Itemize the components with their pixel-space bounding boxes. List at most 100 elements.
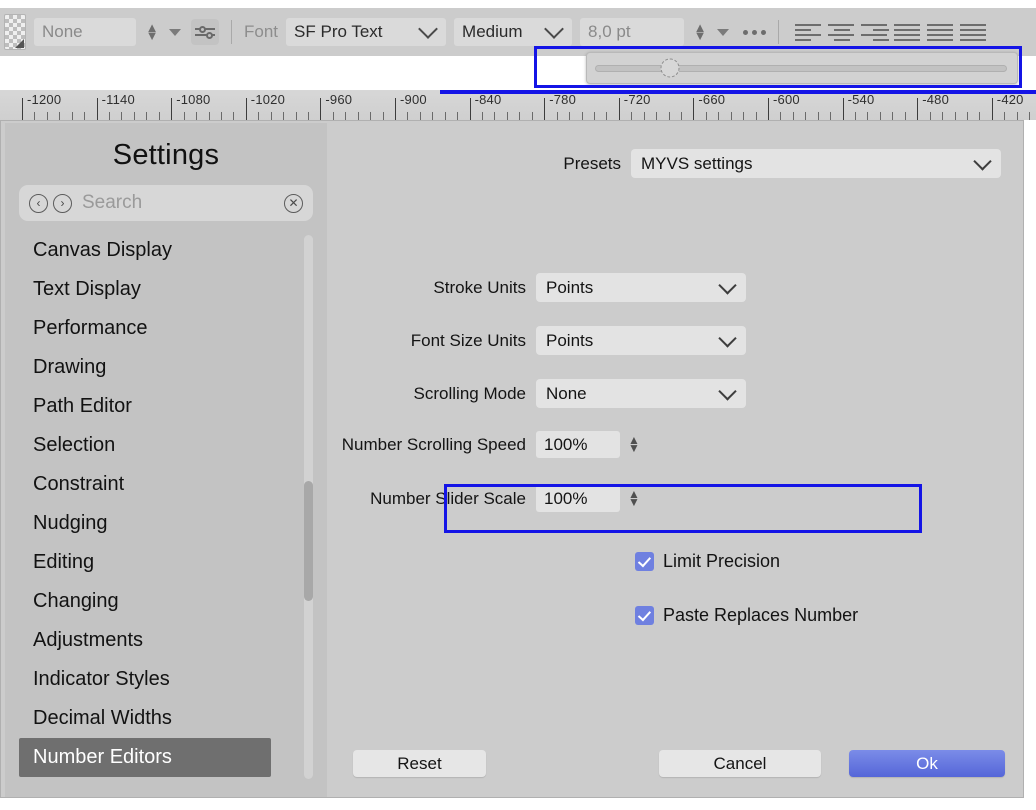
ruler-minor-tick bbox=[805, 112, 807, 120]
ruler-minor-tick bbox=[345, 112, 347, 120]
style-stepper[interactable]: ▲ ▼ bbox=[144, 19, 160, 45]
ruler-minor-tick bbox=[258, 112, 260, 120]
sidebar-item-text-display[interactable]: Text Display bbox=[19, 270, 271, 309]
reset-button[interactable]: Reset bbox=[353, 750, 486, 777]
ruler-label: -540 bbox=[847, 92, 875, 107]
more-options-icon[interactable] bbox=[743, 29, 767, 35]
toolbar-divider-2 bbox=[778, 20, 780, 44]
transparency-swatch[interactable] bbox=[4, 14, 26, 50]
sidebar-item-nudging[interactable]: Nudging bbox=[19, 504, 271, 543]
checkbox-row[interactable]: Limit Precision bbox=[635, 551, 780, 572]
ruler-minor-tick bbox=[979, 112, 981, 120]
ruler-minor-tick bbox=[942, 112, 944, 120]
stepper-arrows[interactable]: ▲ ▼ bbox=[627, 433, 641, 457]
font-weight-select[interactable]: Medium bbox=[454, 18, 573, 46]
style-dropdown-icon[interactable] bbox=[169, 28, 181, 36]
sidebar-item-label: Nudging bbox=[33, 512, 108, 534]
ruler-minor-tick bbox=[569, 112, 571, 120]
search-input[interactable]: Search bbox=[82, 192, 284, 214]
ruler-label: -1080 bbox=[176, 92, 211, 107]
ruler-minor-tick bbox=[680, 112, 682, 120]
ruler-minor-tick bbox=[817, 112, 819, 120]
checkbox-row[interactable]: Paste Replaces Number bbox=[635, 605, 858, 626]
back-icon[interactable]: ‹ bbox=[29, 193, 48, 213]
ruler-major-tick bbox=[171, 98, 173, 120]
sidebar-item-drawing[interactable]: Drawing bbox=[19, 348, 271, 387]
stroke-units-select[interactable]: Points bbox=[536, 273, 746, 302]
checkbox-checked-icon[interactable] bbox=[635, 606, 654, 625]
horizontal-ruler[interactable]: -1200 -1140 -1080 -1020 -960 -900 -840 -780 -720… bbox=[0, 90, 1036, 121]
ruler-minor-tick bbox=[954, 112, 956, 120]
sidebar-item-decimal-widths[interactable]: Decimal Widths bbox=[19, 699, 271, 738]
sidebar-item-label: Text Display bbox=[33, 278, 141, 300]
sidebar-item-path-editor[interactable]: Path Editor bbox=[19, 387, 271, 426]
align-justify-all-icon[interactable] bbox=[927, 21, 955, 43]
ruler-minor-tick bbox=[966, 112, 968, 120]
stepper-value: 100% bbox=[544, 488, 588, 508]
align-right-icon[interactable] bbox=[861, 21, 890, 43]
presets-select[interactable]: MYVS settings bbox=[631, 149, 1001, 178]
scrolling-mode-select[interactable]: None bbox=[536, 379, 746, 408]
sidebar-item-constraint[interactable]: Constraint bbox=[19, 465, 271, 504]
ruler-minor-tick bbox=[370, 112, 372, 120]
chevron-down-icon bbox=[544, 19, 564, 39]
window-bottom-edge bbox=[0, 798, 1036, 810]
align-justify-last-icon[interactable] bbox=[960, 21, 988, 43]
number-scrolling-speed-input[interactable]: 100% bbox=[536, 431, 620, 458]
sidebar-item-adjustments[interactable]: Adjustments bbox=[19, 621, 271, 660]
sidebar-item-changing[interactable]: Changing bbox=[19, 582, 271, 621]
number-slider-scale-input[interactable]: 100% bbox=[536, 485, 620, 512]
ruler-minor-tick bbox=[407, 112, 409, 120]
font-size-stepper[interactable]: ▲ ▼ bbox=[692, 19, 708, 45]
cancel-button[interactable]: Cancel bbox=[659, 750, 821, 777]
ruler-label: -600 bbox=[773, 92, 800, 107]
stepper-arrows[interactable]: ▲ ▼ bbox=[627, 487, 641, 511]
sidebar-item-number-editors[interactable]: Number Editors bbox=[19, 738, 271, 777]
ruler-label: -420 bbox=[996, 92, 1024, 107]
sidebar-item-editing[interactable]: Editing bbox=[19, 543, 271, 582]
checkbox-checked-icon[interactable] bbox=[635, 552, 654, 571]
style-field[interactable]: None bbox=[34, 18, 136, 46]
ruler-major-tick bbox=[768, 98, 769, 120]
font-size-units-select[interactable]: Points bbox=[536, 326, 746, 355]
sidebar-item-label: Selection bbox=[33, 434, 116, 456]
settings-window: Settings ‹ › Search ✕ Canvas Display Text… bbox=[0, 120, 1024, 798]
settings-nav-list[interactable]: Canvas Display Text Display Performance Dra… bbox=[19, 231, 315, 783]
font-size-field[interactable]: 8,0 pt bbox=[580, 18, 685, 46]
settings-pane: Presets MYVS settings Stroke Units Points… bbox=[331, 123, 1021, 797]
ruler-major-tick bbox=[693, 98, 695, 120]
font-size-dropdown-icon[interactable] bbox=[717, 28, 730, 36]
ruler-minor-tick bbox=[382, 112, 384, 120]
chevron-down-icon bbox=[718, 328, 737, 348]
forward-icon[interactable]: › bbox=[53, 193, 72, 213]
align-justify-icon[interactable] bbox=[894, 21, 922, 43]
ruler-minor-tick bbox=[71, 112, 73, 120]
sidebar-item-canvas-display[interactable]: Canvas Display bbox=[19, 231, 271, 270]
sidebar-item-performance[interactable]: Performance bbox=[19, 309, 271, 348]
search-field[interactable]: ‹ › Search ✕ bbox=[19, 185, 313, 221]
align-center-icon[interactable] bbox=[828, 21, 856, 43]
ruler-minor-tick bbox=[295, 112, 297, 120]
sidebar-item-label: Path Editor bbox=[33, 395, 132, 417]
ruler-minor-tick bbox=[792, 112, 794, 120]
ruler-minor-tick bbox=[668, 112, 670, 120]
sidebar-item-selection[interactable]: Selection bbox=[19, 426, 271, 465]
font-family-select[interactable]: SF Pro Text bbox=[286, 18, 447, 46]
ruler-minor-tick bbox=[631, 112, 633, 120]
application-window: None ▲ ▼ Font SF Pro Text Medium 8,0 pt ▲… bbox=[0, 0, 1036, 810]
sidebar-scrollbar-thumb[interactable] bbox=[304, 481, 313, 601]
ruler-label: -720 bbox=[623, 92, 651, 107]
align-left-icon[interactable] bbox=[795, 21, 823, 43]
ok-button[interactable]: Ok bbox=[849, 750, 1005, 777]
font-family-value: SF Pro Text bbox=[294, 22, 383, 41]
chevron-down-icon bbox=[973, 151, 992, 171]
field-label: Stroke Units bbox=[433, 277, 526, 297]
sidebar-item-indicator-styles[interactable]: Indicator Styles bbox=[19, 660, 271, 699]
settings-sidebar: Settings ‹ › Search ✕ Canvas Display Text… bbox=[5, 123, 327, 797]
ruler-minor-tick bbox=[307, 112, 309, 120]
ruler-minor-tick bbox=[34, 112, 36, 120]
field-row: Stroke Units Points bbox=[331, 273, 746, 302]
clear-search-icon[interactable]: ✕ bbox=[284, 193, 303, 213]
sliders-icon[interactable] bbox=[191, 19, 219, 45]
ruler-minor-tick bbox=[283, 112, 285, 120]
